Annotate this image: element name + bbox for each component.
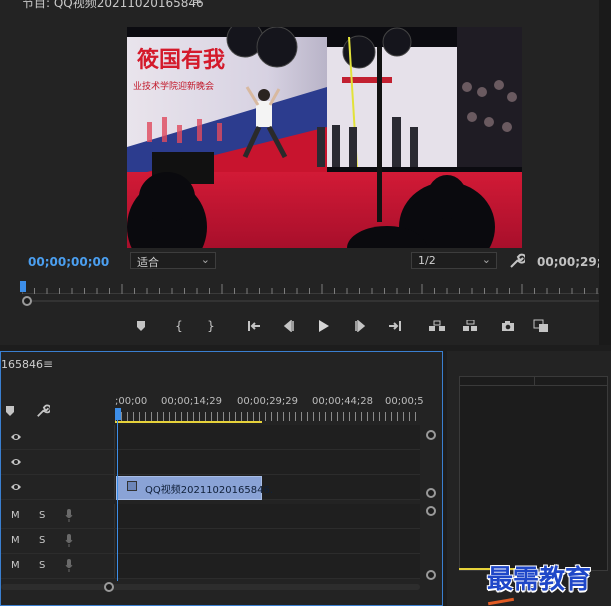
video-clip[interactable]: QQ视频20211020165846. [116, 476, 273, 500]
track-body[interactable] [116, 425, 420, 449]
track-header [1, 450, 115, 474]
track-header: M S [1, 504, 115, 528]
clip-name: QQ视频20211020165846. [145, 485, 273, 496]
scrollbar-track [28, 300, 611, 302]
scrollbar-track [1, 584, 420, 590]
scrollbar-handle[interactable] [104, 582, 114, 592]
voice-over-mic-icon[interactable] [65, 559, 73, 572]
timeline-playhead[interactable] [115, 408, 121, 420]
video-track-v2 [1, 450, 420, 475]
time-ruler-labels[interactable]: ;00;00 00;00;14;29 00;00;29;29 00;00;44;… [115, 396, 425, 410]
ruler-time: 00;00;5 [385, 396, 424, 407]
play-icon[interactable] [313, 316, 335, 336]
scrollbar-handle[interactable] [426, 430, 436, 440]
track-header: M S [1, 529, 115, 553]
fit-zoom-select[interactable]: 适合 ⌄ [130, 252, 216, 269]
clip-fx-icon [127, 481, 137, 491]
lift-icon[interactable] [426, 316, 448, 336]
export-frame-icon[interactable] [497, 316, 519, 336]
monitor-title[interactable]: 节目: QQ视频20211020165846 [22, 0, 204, 11]
chevron-down-icon: ⌄ [200, 253, 210, 266]
track-header [1, 475, 115, 499]
banner-sub: 业技术学院迎新晚会 [133, 80, 214, 92]
extract-icon[interactable] [460, 316, 482, 336]
mark-in-icon[interactable]: { [168, 316, 190, 336]
settings-wrench-icon[interactable] [509, 253, 525, 269]
marker-icon[interactable] [130, 316, 152, 336]
go-to-out-icon[interactable] [383, 316, 405, 336]
adjacent-panel-edge [599, 0, 611, 345]
video-track-v3 [1, 425, 420, 450]
playback-resolution-select[interactable]: 1/2 ⌄ [411, 252, 497, 269]
audio-track-a3: M S [1, 554, 420, 579]
sequence-tab-label[interactable]: 165846 [1, 358, 43, 371]
track-header: M S [1, 554, 115, 578]
add-marker-icon[interactable] [5, 405, 15, 417]
scrollbar-handle[interactable] [426, 570, 436, 580]
ruler-time: 00;00;14;29 [161, 396, 223, 407]
voice-over-mic-icon[interactable] [65, 509, 73, 522]
timeline-settings-wrench-icon[interactable] [36, 404, 50, 418]
ruler-time: ;00;00 [115, 396, 148, 407]
monitor-time-ruler[interactable] [21, 282, 611, 294]
toggle-visibility-eye-icon[interactable] [10, 481, 22, 493]
resolution-value: 1/2 [418, 254, 436, 267]
chevron-down-icon: ⌄ [481, 253, 491, 266]
track-vertical-scrollbar[interactable] [426, 430, 436, 580]
go-to-in-icon[interactable] [244, 316, 266, 336]
banner-text: 筱国有我 [137, 47, 225, 73]
compare-icon[interactable] [530, 316, 552, 336]
mark-out-icon[interactable]: } [200, 316, 222, 336]
voice-over-mic-icon[interactable] [65, 534, 73, 547]
program-monitor-panel: 节目: QQ视频20211020165846 ≡ 筱国有我 业技术学院迎新晚会 [0, 0, 611, 345]
meter-divider [534, 377, 535, 386]
timeline-panel: 165846 ≡ ;00;00 00;00;14;29 00;00;29;29 … [0, 351, 443, 606]
audio-track-a1: M S [1, 504, 420, 529]
solo-track-button[interactable]: S [39, 535, 45, 546]
timeline-horizontal-scrollbar[interactable] [1, 582, 420, 592]
playhead-line [117, 420, 118, 581]
time-ruler-ticks[interactable] [115, 412, 420, 421]
step-forward-icon[interactable] [349, 316, 371, 336]
step-back-icon[interactable] [278, 316, 300, 336]
ruler-time: 00;00;29;29 [237, 396, 299, 407]
mute-track-button[interactable]: M [11, 510, 20, 521]
panel-menu-icon[interactable]: ≡ [192, 0, 202, 7]
fit-zoom-value: 适合 [137, 256, 159, 269]
toggle-visibility-eye-icon[interactable] [10, 431, 22, 443]
scrollbar-handle[interactable] [426, 506, 436, 516]
track-header [1, 425, 115, 449]
mute-track-button[interactable]: M [11, 535, 20, 546]
solo-track-button[interactable]: S [39, 510, 45, 521]
track-body[interactable] [116, 450, 420, 474]
monitor-playhead[interactable] [20, 281, 26, 292]
track-body[interactable] [116, 529, 420, 553]
meter-frame [459, 376, 608, 571]
toggle-visibility-eye-icon[interactable] [10, 456, 22, 468]
audio-track-a2: M S [1, 529, 420, 554]
ruler-ticks [21, 284, 610, 294]
panel-menu-icon[interactable]: ≡ [43, 357, 53, 371]
track-body[interactable] [116, 554, 420, 578]
watermark-logo: 最需教育 [487, 565, 592, 595]
work-area-bar[interactable] [115, 421, 262, 423]
ruler-time: 00;00;44;28 [312, 396, 374, 407]
scrollbar-handle[interactable] [426, 488, 436, 498]
mute-track-button[interactable]: M [11, 560, 20, 571]
video-image: 筱国有我 业技术学院迎新晚会 [127, 27, 522, 248]
track-body[interactable] [116, 504, 420, 528]
video-frame: 筱国有我 业技术学院迎新晚会 [127, 27, 522, 248]
scrollbar-handle[interactable] [22, 296, 32, 306]
transport-controls: { } + [130, 316, 611, 336]
solo-track-button[interactable]: S [39, 560, 45, 571]
current-timecode[interactable]: 00;00;00;00 [28, 255, 109, 269]
monitor-zoom-scrollbar[interactable] [22, 296, 611, 306]
